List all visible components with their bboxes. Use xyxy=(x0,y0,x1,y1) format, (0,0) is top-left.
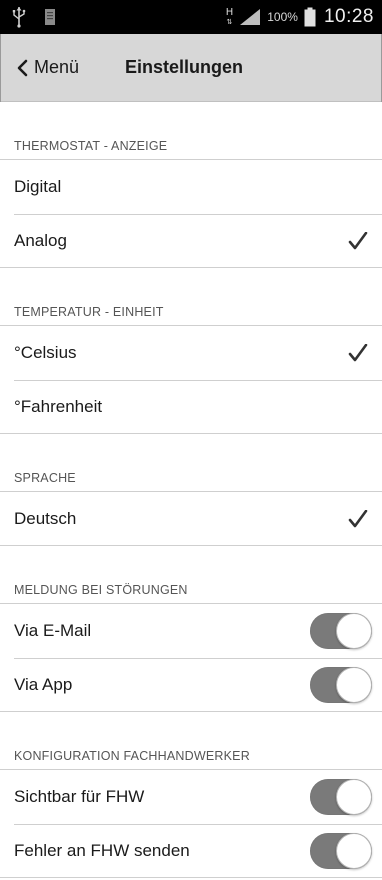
chevron-left-icon xyxy=(16,59,28,77)
setting-label: Via App xyxy=(14,674,73,694)
back-button[interactable]: Menü xyxy=(0,34,79,101)
setting-label: Sichtbar für FHW xyxy=(14,787,145,806)
setting-label: Fehler an FHW senden xyxy=(14,840,190,860)
status-bar-left xyxy=(12,6,56,28)
section-header: KONFIGURATION FACHHANDWERKER xyxy=(0,730,382,770)
toggle-knob xyxy=(336,779,372,815)
checkmark-icon xyxy=(348,509,368,528)
app-alert-toggle[interactable] xyxy=(310,666,372,703)
option-analog[interactable]: Analog xyxy=(0,214,382,268)
send-errors-toggle[interactable] xyxy=(310,832,372,869)
setting-visible-for-installer: Sichtbar für FHW xyxy=(0,770,382,824)
email-alert-toggle[interactable] xyxy=(310,613,372,649)
status-bar-right: H ⇅ 100% 10:28 xyxy=(226,6,374,28)
document-icon xyxy=(44,8,56,26)
option-deutsch[interactable]: Deutsch xyxy=(0,492,382,546)
option-label: Deutsch xyxy=(14,508,77,528)
option-label: °Celsius xyxy=(14,343,77,362)
setting-via-app: Via App xyxy=(0,658,382,712)
section-thermostat-display: THERMOSTAT - ANZEIGE Digital Analog xyxy=(0,102,382,268)
option-label: Digital xyxy=(14,177,62,196)
toggle-knob xyxy=(336,666,372,703)
section-header: THERMOSTAT - ANZEIGE xyxy=(0,120,382,160)
checkmark-icon xyxy=(348,231,368,250)
usb-icon xyxy=(12,6,26,28)
section-installer-config: KONFIGURATION FACHHANDWERKER Sichtbar fü… xyxy=(0,712,382,878)
section-language: SPRACHE Deutsch xyxy=(0,434,382,546)
back-button-label: Menü xyxy=(34,57,80,77)
section-header: TEMPERATUR - EINHEIT xyxy=(0,286,382,326)
setting-label: Via E-Mail xyxy=(14,621,92,640)
option-label: °Fahrenheit xyxy=(14,396,103,416)
title-bar: Menü Einstellungen xyxy=(0,34,382,102)
setting-via-email: Via E-Mail xyxy=(0,604,382,658)
page-title: Einstellungen xyxy=(125,57,244,77)
network-type-icon: H ⇅ xyxy=(225,6,234,26)
setting-send-errors-to-installer: Fehler an FHW senden xyxy=(0,824,382,878)
option-label: Analog xyxy=(14,230,67,250)
section-header: SPRACHE xyxy=(0,452,382,492)
battery-percent: 100% xyxy=(267,10,298,24)
settings-list: THERMOSTAT - ANZEIGE Digital Analog TEMP… xyxy=(0,102,382,880)
checkmark-icon xyxy=(348,343,368,362)
option-celsius[interactable]: °Celsius xyxy=(0,326,382,380)
section-fault-alerts: MELDUNG BEI STÖRUNGEN Via E-Mail Via App xyxy=(0,546,382,712)
signal-icon xyxy=(239,8,261,26)
network-type-label: H xyxy=(225,6,234,18)
toggle-knob xyxy=(336,832,372,869)
option-fahrenheit[interactable]: °Fahrenheit xyxy=(0,380,382,434)
status-clock: 10:28 xyxy=(323,6,374,27)
toggle-knob xyxy=(336,613,372,649)
section-temperature-unit: TEMPERATUR - EINHEIT °Celsius °Fahrenhei… xyxy=(0,268,382,434)
status-bar: H ⇅ 100% 10:28 xyxy=(0,0,382,34)
visible-for-installer-toggle[interactable] xyxy=(310,779,372,815)
section-header: MELDUNG BEI STÖRUNGEN xyxy=(0,564,382,604)
battery-icon xyxy=(304,7,316,27)
option-digital[interactable]: Digital xyxy=(0,160,382,214)
